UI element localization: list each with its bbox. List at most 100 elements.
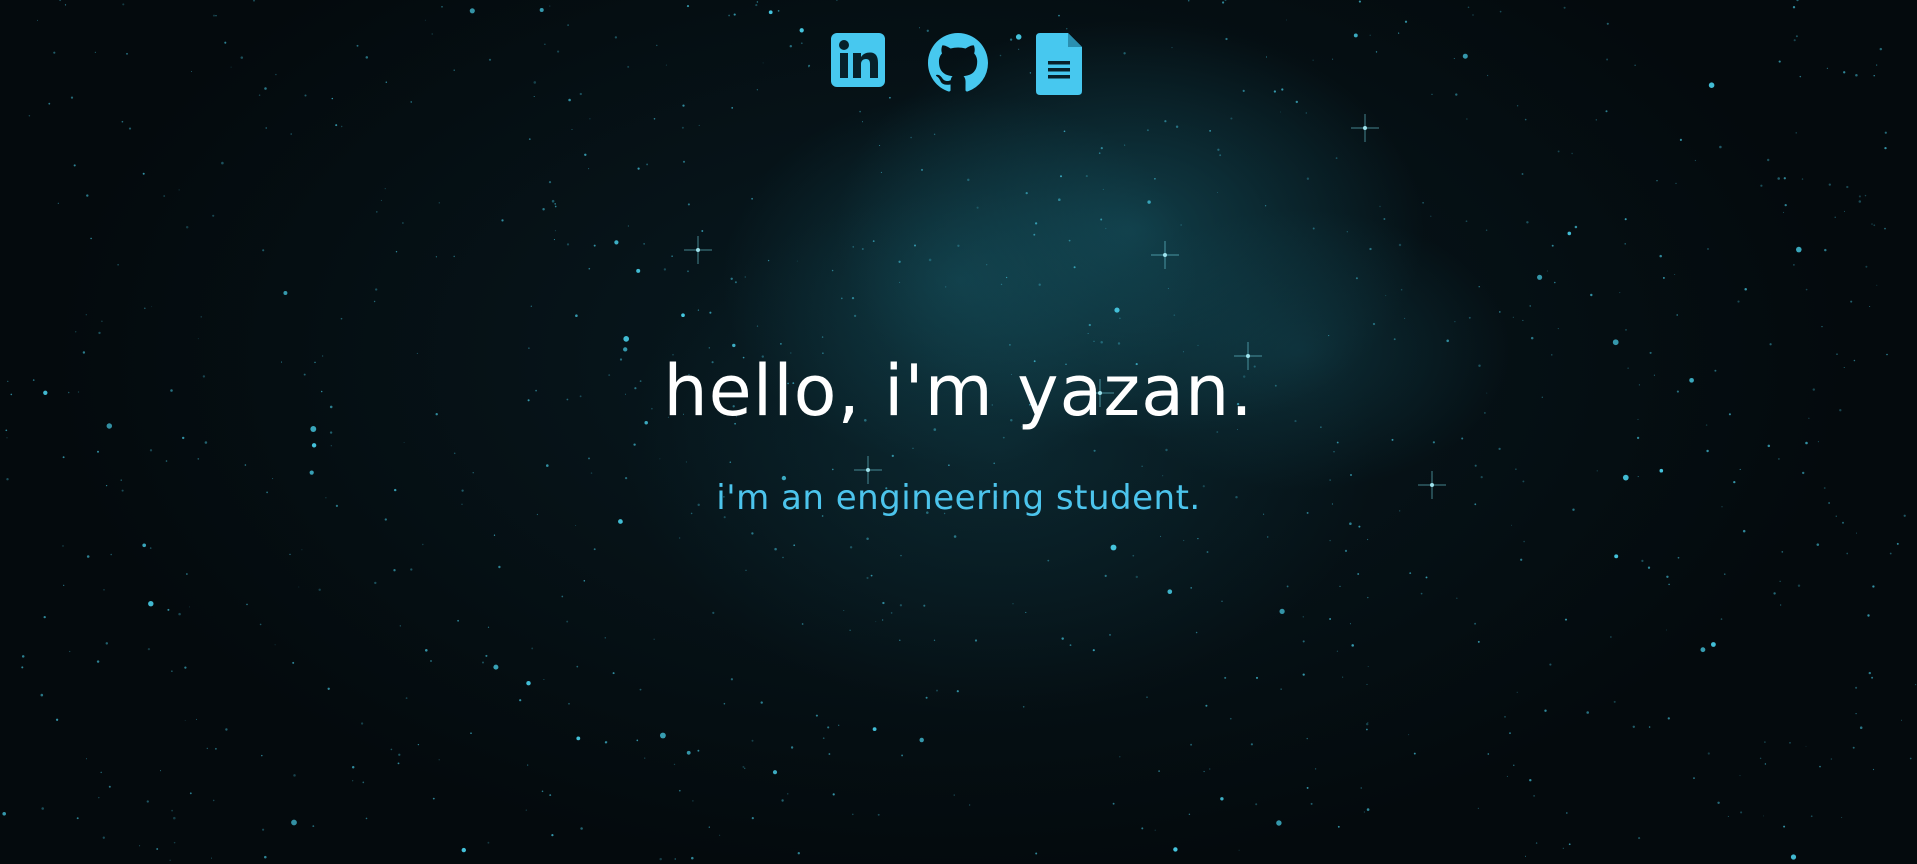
star <box>698 124 700 126</box>
star <box>1676 314 1679 316</box>
star <box>861 248 864 250</box>
star <box>184 720 186 722</box>
star <box>1796 246 1802 253</box>
star <box>121 120 124 123</box>
star <box>1165 448 1168 452</box>
star <box>1499 311 1501 313</box>
star <box>1337 825 1340 828</box>
star <box>548 181 552 184</box>
star <box>1465 220 1468 223</box>
star <box>1119 756 1121 758</box>
star <box>1867 614 1870 617</box>
star <box>1614 554 1619 559</box>
star <box>189 792 192 795</box>
star <box>1430 215 1432 217</box>
star <box>63 584 65 586</box>
star <box>1567 231 1572 236</box>
star <box>852 813 854 816</box>
star <box>1100 340 1103 344</box>
star <box>549 794 552 797</box>
star <box>801 623 804 625</box>
star <box>1700 647 1706 653</box>
star <box>1173 847 1178 852</box>
star <box>1175 125 1179 128</box>
star <box>1205 704 1208 707</box>
star <box>1872 585 1875 588</box>
star <box>262 249 265 252</box>
star <box>62 456 65 459</box>
star <box>554 230 556 232</box>
star <box>730 678 734 681</box>
star <box>375 288 378 291</box>
star <box>877 813 880 816</box>
star <box>498 565 501 569</box>
star <box>767 259 770 262</box>
star <box>1446 339 1449 343</box>
star <box>1350 474 1352 476</box>
star <box>73 164 76 167</box>
star <box>828 753 831 755</box>
star <box>1662 276 1665 279</box>
star <box>755 4 758 7</box>
star <box>1160 535 1162 537</box>
star <box>542 207 545 211</box>
star <box>1516 105 1519 107</box>
resume-link[interactable] <box>1036 33 1082 95</box>
star <box>215 15 217 17</box>
star <box>697 309 700 311</box>
star <box>1551 244 1554 247</box>
star <box>289 553 291 556</box>
star <box>312 825 315 828</box>
star <box>393 569 396 572</box>
star <box>43 615 46 619</box>
star <box>1383 218 1386 220</box>
star <box>1537 274 1543 280</box>
star <box>1209 768 1211 770</box>
star <box>1393 338 1396 341</box>
star <box>1858 200 1862 203</box>
star <box>1314 768 1317 770</box>
star <box>1656 180 1658 182</box>
star <box>928 258 932 262</box>
star <box>1810 815 1813 818</box>
star <box>1915 684 1917 686</box>
star <box>1781 551 1784 553</box>
star <box>678 537 681 539</box>
star <box>872 727 877 732</box>
star <box>852 246 854 248</box>
star <box>1720 618 1723 620</box>
linkedin-link[interactable] <box>831 33 885 87</box>
star <box>588 457 590 460</box>
star <box>1135 575 1139 579</box>
star <box>1846 185 1849 189</box>
star <box>614 240 619 245</box>
star <box>528 347 530 349</box>
star <box>866 576 869 580</box>
star <box>796 260 798 262</box>
star <box>57 202 59 204</box>
star <box>879 144 881 147</box>
star <box>1229 717 1232 720</box>
star <box>576 665 579 668</box>
star <box>853 314 857 318</box>
star <box>742 765 745 768</box>
star <box>1092 649 1095 652</box>
github-link[interactable] <box>928 33 988 93</box>
star <box>1022 706 1025 708</box>
star <box>1641 559 1644 563</box>
star <box>1767 444 1771 448</box>
star <box>1266 536 1269 538</box>
star <box>674 858 676 860</box>
star <box>974 639 978 642</box>
star <box>1762 815 1764 817</box>
star <box>1764 763 1767 765</box>
star <box>732 343 736 348</box>
star <box>1520 558 1523 561</box>
star <box>1114 307 1120 313</box>
star <box>1884 227 1886 230</box>
star <box>551 833 554 837</box>
star <box>1005 276 1008 279</box>
star <box>1342 676 1344 678</box>
star <box>919 27 921 29</box>
star <box>889 96 891 99</box>
